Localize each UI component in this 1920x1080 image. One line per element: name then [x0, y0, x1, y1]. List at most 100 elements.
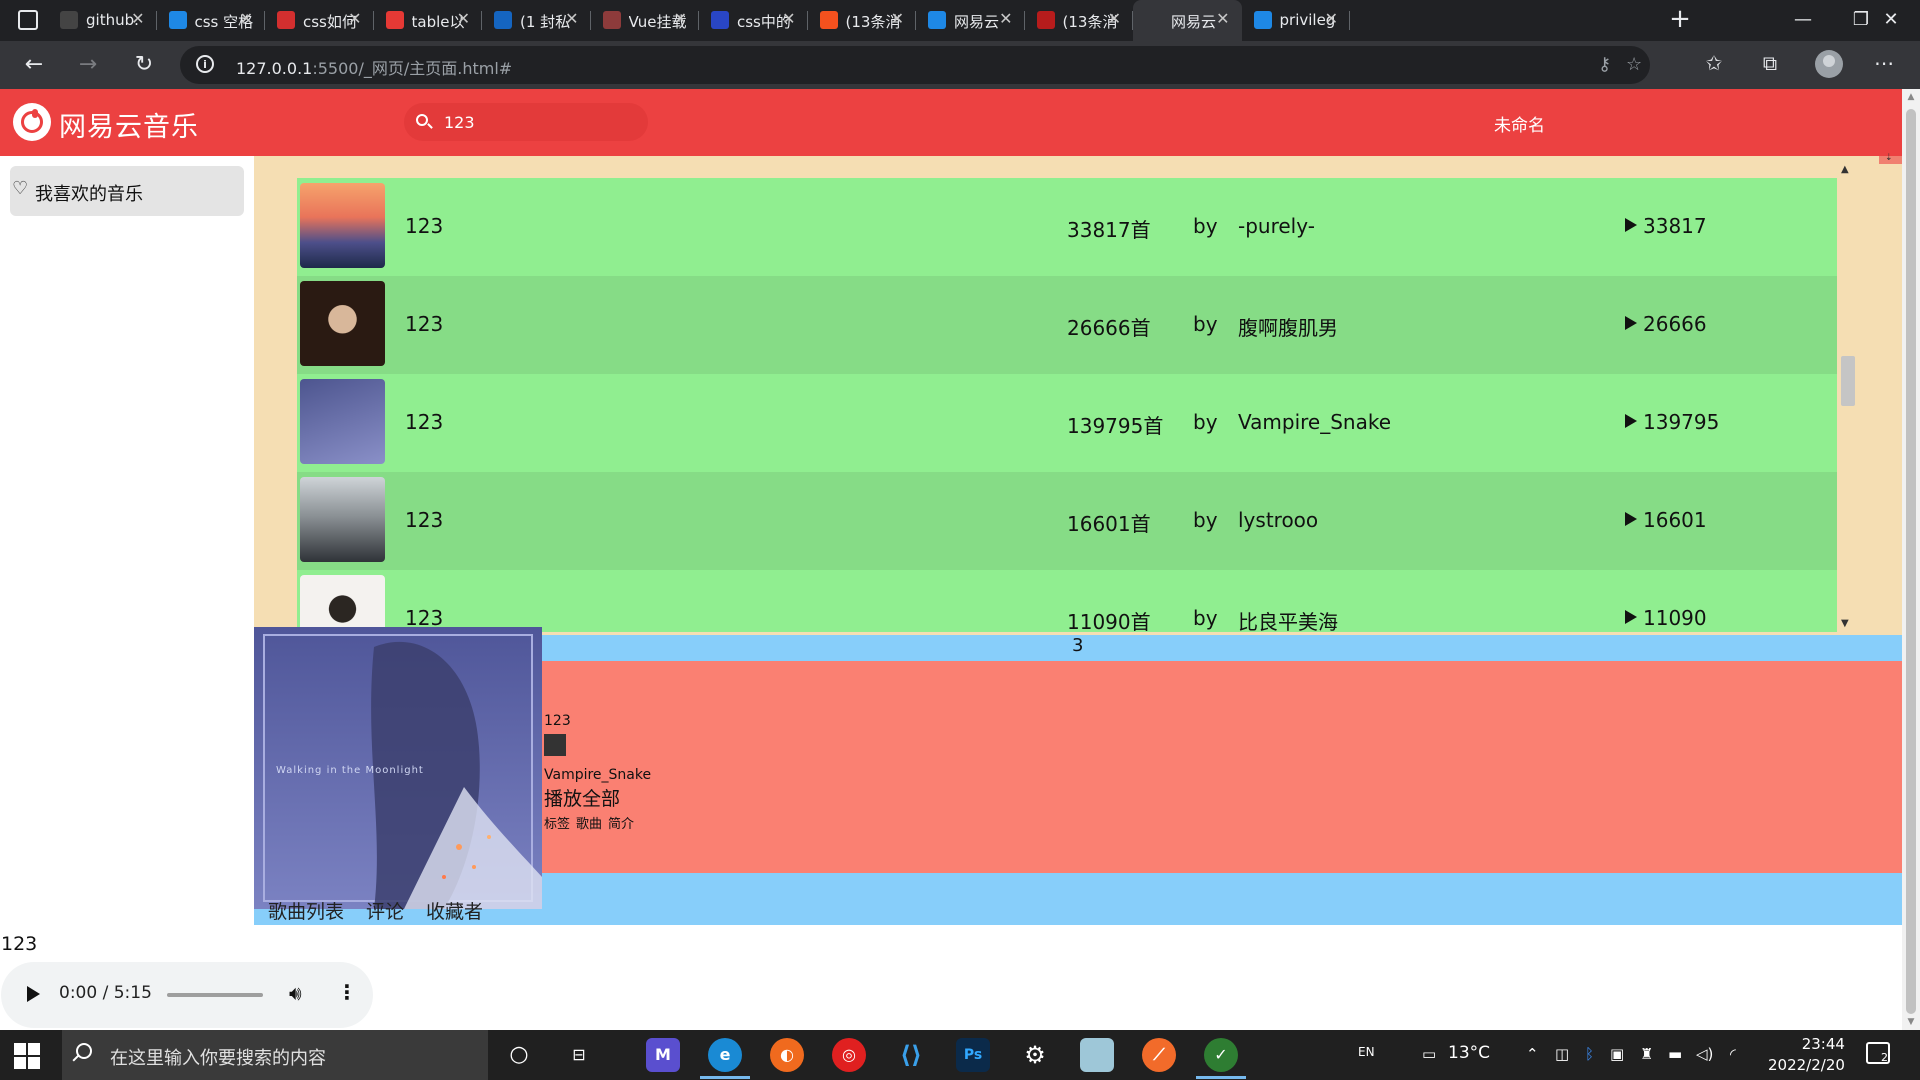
- tab-close-icon[interactable]: ✕: [1216, 9, 1229, 28]
- input-language[interactable]: EN: [1358, 1045, 1375, 1059]
- bluetooth-icon[interactable]: ᛒ: [1585, 1045, 1594, 1063]
- temperature[interactable]: 13°C: [1448, 1043, 1490, 1063]
- tab-close-icon[interactable]: ✕: [1108, 9, 1121, 28]
- chevron-up-icon[interactable]: ⌃: [1526, 1045, 1539, 1063]
- tab-close-icon[interactable]: ✕: [131, 9, 144, 28]
- taskbar-search[interactable]: 在这里输入你要搜索的内容: [62, 1030, 488, 1080]
- page-number[interactable]: 3: [1072, 635, 1083, 656]
- browser-tab[interactable]: table以 ✕: [374, 0, 482, 41]
- page-scroll-up-icon[interactable]: ▲: [1902, 89, 1920, 105]
- creator-name[interactable]: Vampire_Snake: [544, 767, 651, 783]
- tab-close-icon[interactable]: ✕: [999, 9, 1012, 28]
- tab-song-list[interactable]: 歌曲列表: [268, 901, 344, 923]
- key-icon[interactable]: ⚷: [1598, 54, 1611, 75]
- username[interactable]: 未命名: [1494, 111, 1545, 136]
- table-row[interactable]: 123 26666首 by 腹啊腹肌男 26666: [297, 276, 1837, 374]
- app-icon-green[interactable]: ✓: [1196, 1038, 1246, 1079]
- scroll-up-arrow-icon[interactable]: ▲: [1841, 164, 1849, 175]
- battery-icon[interactable]: ▬: [1668, 1045, 1682, 1063]
- browser-tab[interactable]: (13条消 ✕: [1025, 0, 1133, 41]
- playlist-cover[interactable]: [300, 379, 385, 464]
- app-icon-compass[interactable]: ⟋: [1142, 1038, 1176, 1072]
- creator-name[interactable]: 比良平美海: [1238, 606, 1338, 632]
- profile-avatar[interactable]: [1815, 50, 1843, 78]
- minimize-button[interactable]: —: [1774, 0, 1832, 41]
- settings-gear-icon[interactable]: ⚙: [1018, 1038, 1052, 1072]
- collections-icon[interactable]: ⧉: [1756, 51, 1784, 75]
- browser-tab[interactable]: css 空格 ✕: [157, 0, 265, 41]
- play-icon[interactable]: [27, 986, 40, 1002]
- volume-icon[interactable]: 🔊︎: [289, 981, 302, 1005]
- tab-actions-icon[interactable]: [18, 10, 38, 30]
- photoshop-icon[interactable]: Ps: [956, 1038, 990, 1072]
- playlist-cover[interactable]: [300, 183, 385, 268]
- tab-close-icon[interactable]: ✕: [240, 9, 253, 28]
- creator-avatar[interactable]: [544, 734, 566, 756]
- screen-icon[interactable]: ▣: [1610, 1045, 1624, 1063]
- browser-tab[interactable]: (13条消 ✕: [808, 0, 916, 41]
- netease-music-icon[interactable]: ◎: [832, 1038, 866, 1072]
- browser-tab[interactable]: Vue挂载 ✕: [591, 0, 699, 41]
- tab-close-icon[interactable]: ✕: [457, 9, 470, 28]
- task-view-icon[interactable]: ⊟: [562, 1038, 596, 1072]
- table-row[interactable]: 123 139795首 by Vampire_Snake 139795: [297, 374, 1837, 472]
- tab-close-icon[interactable]: ✕: [565, 9, 578, 28]
- creator-name[interactable]: -purely-: [1238, 214, 1315, 238]
- browser-tab[interactable]: css如何 ✕: [265, 0, 374, 41]
- add-favorite-icon[interactable]: ☆: [1626, 54, 1642, 75]
- more-options-icon[interactable]: ⋮: [337, 980, 357, 1004]
- playlist-name[interactable]: 123: [405, 508, 443, 532]
- browser-tab[interactable]: privileg ✕: [1242, 0, 1350, 41]
- url-text[interactable]: 127.0.0.1:5500/_网页/主页面.html#: [236, 55, 512, 79]
- settings-more-icon[interactable]: ⋯: [1870, 51, 1898, 75]
- weather-icon[interactable]: ▭: [1422, 1045, 1436, 1063]
- table-row[interactable]: 123 11090首 by 比良平美海 11090: [297, 570, 1837, 632]
- playlist-list[interactable]: 123 33817首 by -purely- 33817 123 26666首 by 腹啊腹肌男…: [297, 160, 1837, 632]
- app-icon-notes[interactable]: [1080, 1038, 1114, 1072]
- playlist-cover[interactable]: [300, 281, 385, 366]
- firefox-icon[interactable]: ◐: [770, 1038, 804, 1072]
- scroll-thumb[interactable]: [1841, 356, 1855, 406]
- creator-name[interactable]: Vampire_Snake: [1238, 410, 1391, 434]
- page-scroll-down-icon[interactable]: ▼: [1902, 1014, 1920, 1030]
- playlist-name[interactable]: 123: [405, 312, 443, 336]
- forward-button[interactable]: →: [72, 49, 104, 81]
- tab-comments[interactable]: 评论: [366, 901, 404, 923]
- notification-center-icon[interactable]: 2: [1866, 1042, 1890, 1064]
- page-scrollbar[interactable]: ▲ ▼: [1902, 89, 1920, 1030]
- volume-tray-icon[interactable]: ◁): [1696, 1045, 1713, 1063]
- windows-start-icon[interactable]: [14, 1043, 40, 1069]
- browser-tab[interactable]: 网易云 ✕: [916, 0, 1025, 41]
- new-tab-button[interactable]: +: [1664, 4, 1696, 36]
- page-scroll-thumb[interactable]: [1906, 109, 1916, 1014]
- camera-icon[interactable]: ◫: [1555, 1045, 1569, 1063]
- favorites-icon[interactable]: ✩: [1700, 51, 1728, 75]
- tab-close-icon[interactable]: ✕: [1325, 9, 1338, 28]
- playlist-scrollbar[interactable]: ▲ ▼: [1837, 160, 1857, 632]
- playlist-name[interactable]: 123: [405, 214, 443, 238]
- antivirus-icon[interactable]: ♜: [1640, 1045, 1653, 1063]
- tab-close-icon[interactable]: ✕: [674, 9, 687, 28]
- seek-slider[interactable]: [167, 993, 263, 997]
- reload-button[interactable]: ↻: [128, 49, 160, 81]
- creator-name[interactable]: lystrooo: [1238, 508, 1318, 532]
- tab-close-icon[interactable]: ✕: [782, 9, 795, 28]
- close-window-button[interactable]: ✕: [1862, 0, 1920, 41]
- search-box[interactable]: [404, 103, 648, 141]
- cortana-icon[interactable]: ○: [502, 1038, 536, 1072]
- browser-tab[interactable]: 网易云 ✕: [1133, 0, 1242, 41]
- creator-name[interactable]: 腹啊腹肌男: [1238, 312, 1338, 341]
- wifi-icon[interactable]: ◜: [1730, 1045, 1736, 1063]
- clock[interactable]: 23:44 2022/2/20: [1768, 1034, 1845, 1076]
- tab-close-icon[interactable]: ✕: [348, 9, 361, 28]
- play-all-button[interactable]: 播放全部: [544, 784, 620, 811]
- scroll-down-arrow-icon[interactable]: ▼: [1841, 618, 1849, 629]
- sidebar-item-liked-music[interactable]: ♡ 我喜欢的音乐: [10, 166, 244, 216]
- netease-logo-icon[interactable]: [13, 103, 51, 141]
- vscode-icon[interactable]: ⟨⟩: [894, 1038, 928, 1072]
- tab-collectors[interactable]: 收藏者: [426, 901, 483, 923]
- browser-tab[interactable]: github. ✕: [48, 0, 157, 41]
- back-button[interactable]: ←: [18, 49, 50, 81]
- address-bar[interactable]: i 127.0.0.1:5500/_网页/主页面.html# ⚷ ☆: [180, 46, 1650, 84]
- app-icon-m[interactable]: M: [646, 1038, 680, 1072]
